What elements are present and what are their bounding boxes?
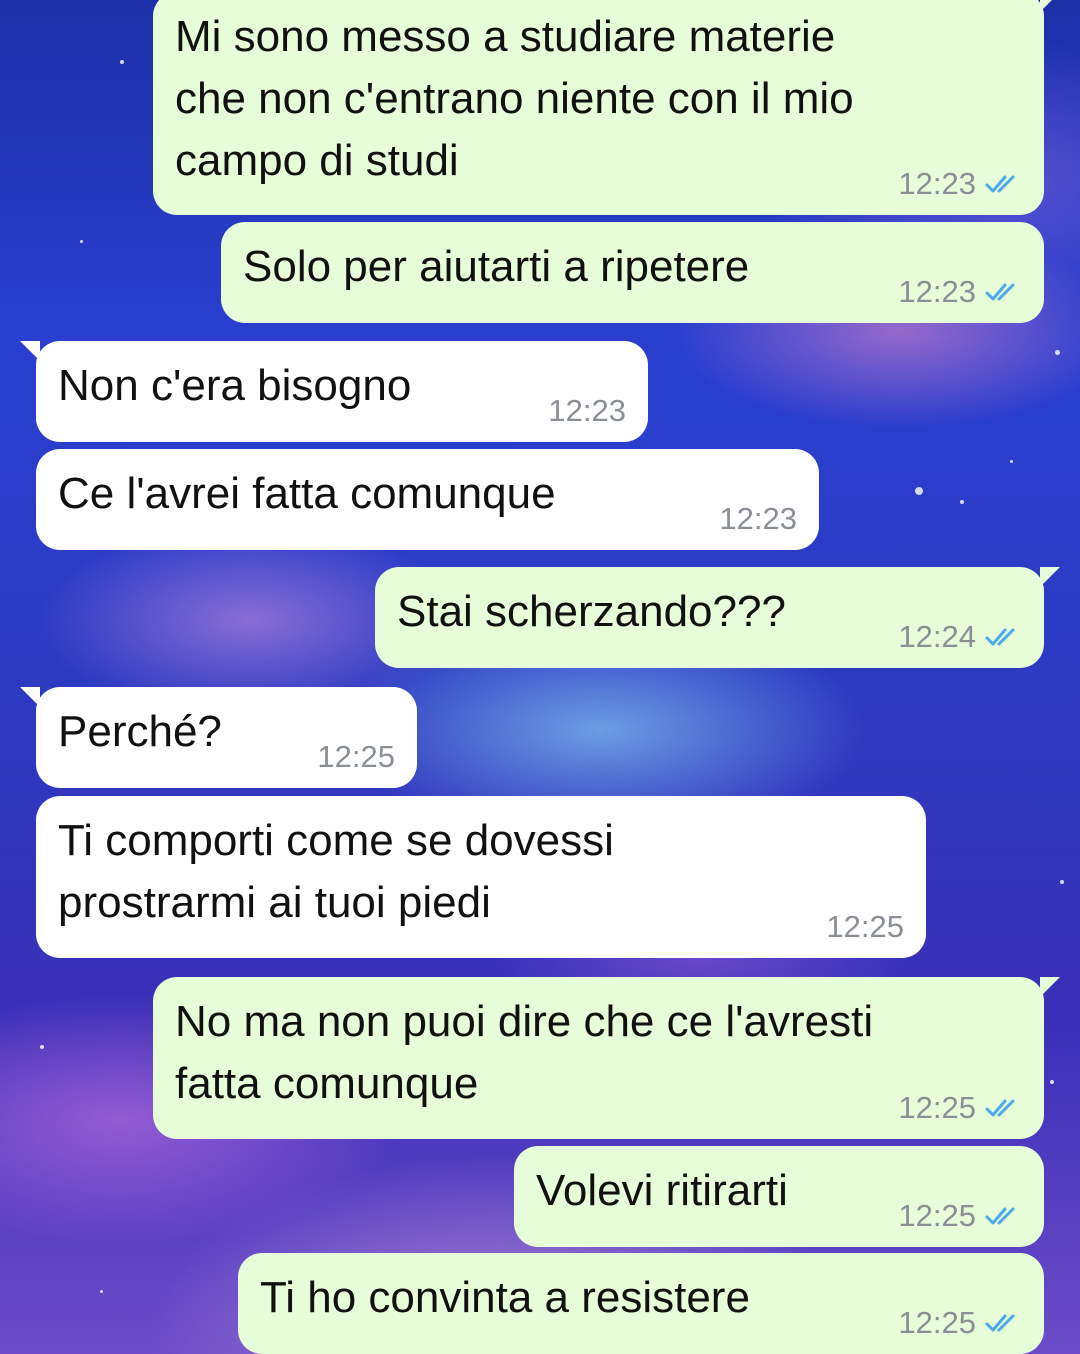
- background-star: [915, 487, 923, 495]
- message-bubble-outgoing[interactable]: Ti ho convinta a resistere 12:25: [238, 1253, 1044, 1354]
- message-time: 12:23: [719, 501, 797, 536]
- message-meta: 12:25: [826, 910, 904, 944]
- message-bubble-outgoing[interactable]: Solo per aiutarti a ripetere 12:23: [221, 222, 1044, 323]
- message-text-line: No ma non puoi dire che ce l'avresti: [175, 997, 874, 1046]
- background-star: [100, 1290, 103, 1293]
- message-meta: 12:25: [317, 740, 395, 774]
- message-meta: 12:25: [898, 1306, 1024, 1340]
- message-bubble-incoming[interactable]: Ce l'avrei fatta comunque 12:23: [36, 449, 819, 550]
- message-bubble-outgoing[interactable]: Stai scherzando??? 12:24: [375, 567, 1060, 668]
- read-receipt-double-check-icon: [985, 1099, 1015, 1117]
- background-star: [960, 500, 964, 504]
- message-text-line: Ce l'avrei fatta comunque: [58, 469, 556, 518]
- message-bubble-incoming[interactable]: Perché? 12:25: [20, 687, 417, 788]
- background-star: [40, 1045, 44, 1049]
- read-receipt-double-check-icon: [985, 175, 1015, 193]
- message-meta: 12:24: [898, 620, 1024, 654]
- message-bubble-incoming[interactable]: Ti comporti come se dovessi prostrarmi a…: [36, 796, 926, 958]
- background-star: [80, 240, 83, 243]
- background-star: [1060, 880, 1064, 884]
- message-time: 12:25: [898, 1090, 976, 1125]
- message-bubble-outgoing[interactable]: Mi sono messo a studiare materie che non…: [153, 0, 1060, 215]
- message-text-line: prostrarmi ai tuoi piedi: [58, 878, 491, 927]
- background-star: [1050, 1080, 1054, 1084]
- background-star: [1010, 460, 1013, 463]
- message-time: 12:24: [898, 619, 976, 654]
- message-bubble-outgoing[interactable]: No ma non puoi dire che ce l'avresti fat…: [153, 977, 1060, 1139]
- message-time: 12:25: [317, 739, 395, 774]
- message-meta: 12:23: [548, 394, 626, 428]
- message-time: 12:25: [898, 1198, 976, 1233]
- background-star: [120, 60, 124, 64]
- message-meta: 12:25: [898, 1091, 1024, 1125]
- message-bubble-outgoing[interactable]: Volevi ritirarti 12:25: [514, 1146, 1044, 1247]
- message-text-line: Ti comporti come se dovessi: [58, 816, 614, 865]
- message-time: 12:23: [548, 393, 626, 428]
- message-text-line: Non c'era bisogno: [58, 361, 412, 410]
- message-meta: 12:23: [898, 275, 1024, 309]
- message-time: 12:25: [826, 909, 904, 944]
- message-time: 12:23: [898, 274, 976, 309]
- background-star: [1055, 350, 1060, 355]
- message-meta: 12:25: [898, 1199, 1024, 1233]
- read-receipt-double-check-icon: [985, 283, 1015, 301]
- message-text-line: campo di studi: [175, 136, 459, 185]
- message-text-line: fatta comunque: [175, 1059, 479, 1108]
- message-text-line: Mi sono messo a studiare materie: [175, 12, 836, 61]
- read-receipt-double-check-icon: [985, 1314, 1015, 1332]
- message-meta: 12:23: [719, 502, 797, 536]
- message-meta: 12:23: [898, 167, 1024, 201]
- read-receipt-double-check-icon: [985, 628, 1015, 646]
- message-time: 12:23: [898, 166, 976, 201]
- read-receipt-double-check-icon: [985, 1207, 1015, 1225]
- message-time: 12:25: [898, 1305, 976, 1340]
- message-text-line: che non c'entrano niente con il mio: [175, 74, 854, 123]
- message-bubble-incoming[interactable]: Non c'era bisogno 12:23: [20, 341, 648, 442]
